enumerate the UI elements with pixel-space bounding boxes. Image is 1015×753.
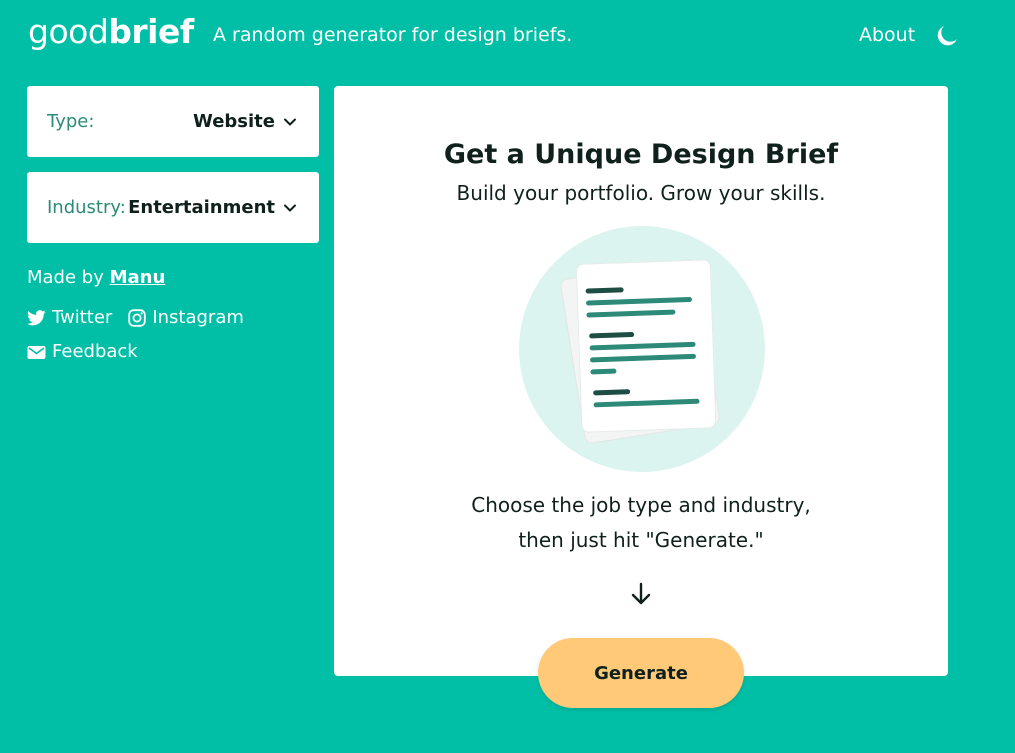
card-title: Get a Unique Design Brief (443, 139, 839, 170)
type-select-value: Website (192, 111, 275, 132)
logo[interactable]: goodbrief (28, 10, 194, 54)
made-by: Made by Manu (27, 266, 165, 290)
twitter-label: Twitter (52, 307, 113, 328)
brief-card: Get a Unique Design Brief Build your por… (334, 86, 948, 676)
chevron-down-icon (284, 118, 296, 125)
moon-icon (937, 26, 957, 46)
type-select[interactable]: Type: Website (27, 86, 319, 157)
mail-icon (27, 345, 46, 359)
instruction-line-1: Choose the job type and industry, (471, 493, 811, 517)
tagline: A random generator for design briefs. (213, 24, 573, 46)
theme-toggle-button[interactable] (934, 24, 960, 50)
industry-select-value: Entertainment (128, 197, 275, 218)
feedback-label: Feedback (52, 341, 138, 362)
instagram-label: Instagram (152, 307, 244, 328)
author-link[interactable]: Manu (110, 267, 166, 288)
type-select-value-wrap: Website (193, 111, 297, 132)
generate-button[interactable]: Generate (538, 638, 744, 708)
twitter-link[interactable]: Twitter (27, 306, 112, 330)
type-select-label: Type: (47, 111, 95, 132)
feedback-link[interactable]: Feedback (27, 340, 138, 364)
twitter-icon (27, 310, 46, 326)
feedback-row: Feedback (27, 340, 154, 364)
document-stack-icon (519, 226, 765, 472)
instruction-line-2: then just hit "Generate." (518, 528, 764, 552)
chevron-down-icon (284, 204, 296, 211)
industry-select-value-wrap: Entertainment (128, 197, 297, 218)
made-by-prefix: Made by (27, 267, 104, 288)
instagram-icon (128, 309, 147, 327)
instructions: Choose the job type and industry, then j… (334, 488, 948, 558)
logo-bold-text: brief (108, 12, 194, 51)
industry-select-label: Industry: (47, 197, 126, 218)
about-link[interactable]: About (859, 23, 915, 47)
arrow-down-icon (631, 582, 651, 605)
card-subtitle: Build your portfolio. Grow your skills. (456, 181, 826, 205)
page: goodbrief A random generator for design … (0, 0, 1015, 753)
logo-light-text: good (28, 12, 109, 51)
industry-select[interactable]: Industry: Entertainment (27, 172, 319, 243)
instagram-link[interactable]: Instagram (128, 306, 244, 330)
social-links: Twitter Instagram (27, 306, 260, 330)
